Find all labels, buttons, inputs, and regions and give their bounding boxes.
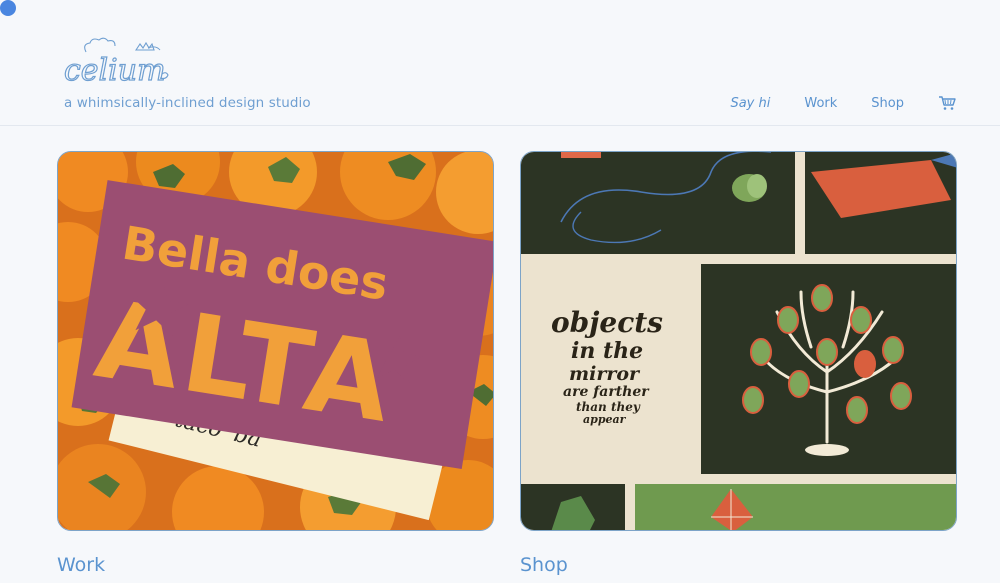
work-artwork-image: taco' ba Bella does ALTA xyxy=(58,152,493,530)
shop-artwork-line5: than they xyxy=(576,400,641,414)
site-header: celium a whimsically-inclined design stu… xyxy=(0,0,1000,126)
shop-artwork-line1: objects xyxy=(551,306,663,339)
tagline: a whimsically-inclined design studio xyxy=(64,95,311,111)
logo[interactable]: celium xyxy=(62,36,174,90)
work-caption[interactable]: Work xyxy=(57,554,105,576)
page: celium a whimsically-inclined design stu… xyxy=(0,0,1000,583)
nav-shop[interactable]: Shop xyxy=(871,96,904,111)
shop-caption[interactable]: Shop xyxy=(520,554,568,576)
shop-artwork-line2: in the xyxy=(571,338,643,364)
logo-wordmark: celium xyxy=(64,53,166,88)
work-card[interactable]: taco' ba Bella does ALTA xyxy=(57,151,494,531)
nav-work[interactable]: Work xyxy=(804,96,837,111)
shop-artwork-line6: appear xyxy=(583,413,627,426)
nav-say-hi[interactable]: Say hi xyxy=(730,96,770,111)
shop-artwork-image: objects in the mirror are farther than t… xyxy=(521,152,956,530)
shop-artwork-line4: are farther xyxy=(563,384,650,400)
main-nav: Say hi Work Shop xyxy=(730,92,956,114)
shop-card[interactable]: objects in the mirror are farther than t… xyxy=(520,151,957,531)
cart-icon[interactable] xyxy=(938,95,956,111)
shop-artwork-line3: mirror xyxy=(569,363,641,385)
logo-mark: celium xyxy=(63,37,169,89)
